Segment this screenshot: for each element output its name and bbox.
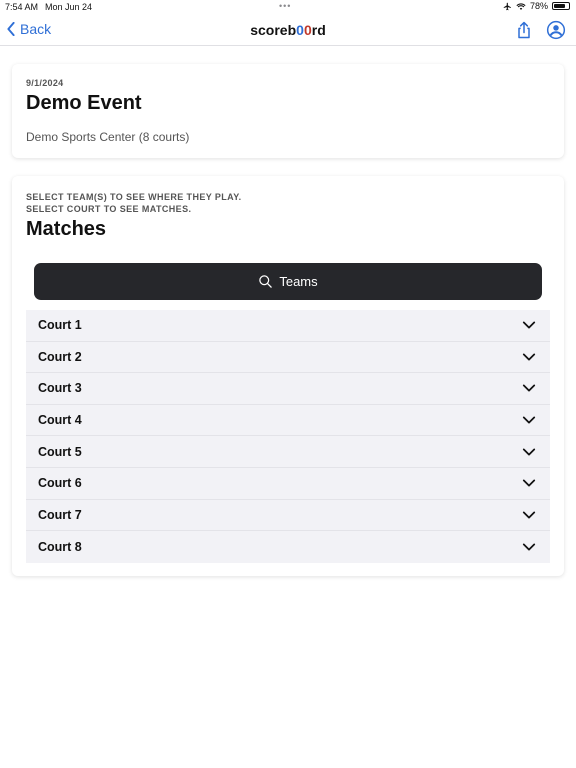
matches-instructions: SELECT TEAM(S) TO SEE WHERE THEY PLAY. S… bbox=[26, 191, 242, 215]
matches-card: SELECT TEAM(S) TO SEE WHERE THEY PLAY. S… bbox=[12, 176, 564, 576]
court-label: Court 6 bbox=[38, 476, 82, 491]
brand-zero-2: 0 bbox=[303, 22, 312, 38]
court-row-7[interactable]: Court 7 bbox=[26, 499, 550, 532]
wifi-icon bbox=[516, 2, 526, 10]
search-icon bbox=[259, 275, 273, 288]
event-venue: Demo Sports Center (8 courts) bbox=[26, 130, 190, 144]
nav-bar: Back scoreb00rd bbox=[0, 14, 576, 46]
court-row-1[interactable]: Court 1 bbox=[26, 310, 550, 342]
court-list: Court 1 Court 2 Court 3 Court 4 Court 5 … bbox=[26, 310, 550, 563]
court-row-2[interactable]: Court 2 bbox=[26, 341, 550, 374]
event-card: 9/1/2024 Demo Event Demo Sports Center (… bbox=[12, 64, 564, 158]
chevron-down-icon bbox=[522, 479, 536, 487]
court-label: Court 8 bbox=[38, 539, 82, 554]
multitasking-dots-icon[interactable]: ••• bbox=[279, 2, 291, 11]
matches-title: Matches bbox=[26, 218, 107, 240]
main-content: 9/1/2024 Demo Event Demo Sports Center (… bbox=[0, 46, 576, 768]
status-date: Mon Jun 24 bbox=[45, 2, 93, 12]
status-bar: 7:54 AM Mon Jun 24 ••• 78% bbox=[0, 0, 576, 14]
battery-percent: 78% bbox=[529, 1, 548, 11]
brand-suffix: rd bbox=[311, 22, 326, 38]
account-icon[interactable] bbox=[546, 20, 566, 40]
airplane-icon bbox=[503, 2, 511, 10]
nav-actions bbox=[514, 20, 566, 40]
brand-prefix: scoreb bbox=[250, 22, 297, 38]
instruction-line-2: SELECT COURT TO SEE MATCHES. bbox=[26, 204, 192, 214]
chevron-down-icon bbox=[522, 384, 536, 392]
battery-fill bbox=[554, 4, 565, 8]
chevron-down-icon bbox=[522, 543, 536, 551]
teams-search-button[interactable]: Teams bbox=[34, 263, 542, 300]
app-logo: scoreb00rd bbox=[0, 22, 576, 38]
event-title: Demo Event bbox=[26, 92, 142, 114]
court-row-8[interactable]: Court 8 bbox=[26, 531, 550, 563]
court-row-4[interactable]: Court 4 bbox=[26, 404, 550, 437]
court-row-6[interactable]: Court 6 bbox=[26, 467, 550, 500]
court-row-3[interactable]: Court 3 bbox=[26, 373, 550, 405]
court-label: Court 7 bbox=[38, 507, 82, 522]
teams-button-label: Teams bbox=[279, 274, 318, 289]
status-time: 7:54 AM bbox=[5, 2, 39, 12]
court-label: Court 2 bbox=[38, 349, 82, 364]
chevron-down-icon bbox=[522, 511, 536, 519]
chevron-down-icon bbox=[522, 321, 536, 329]
chevron-down-icon bbox=[522, 353, 536, 361]
chevron-down-icon bbox=[522, 416, 536, 424]
share-icon[interactable] bbox=[514, 20, 534, 40]
status-right: 78% bbox=[503, 1, 570, 11]
court-label: Court 1 bbox=[38, 318, 82, 333]
court-label: Court 4 bbox=[38, 413, 82, 428]
chevron-down-icon bbox=[522, 448, 536, 456]
battery-icon bbox=[552, 2, 570, 10]
event-date: 9/1/2024 bbox=[26, 78, 64, 88]
court-row-5[interactable]: Court 5 bbox=[26, 436, 550, 468]
instruction-line-1: SELECT TEAM(S) TO SEE WHERE THEY PLAY. bbox=[26, 192, 242, 202]
brand-zero-1: 0 bbox=[296, 22, 304, 38]
court-label: Court 3 bbox=[38, 381, 82, 396]
court-label: Court 5 bbox=[38, 444, 82, 459]
